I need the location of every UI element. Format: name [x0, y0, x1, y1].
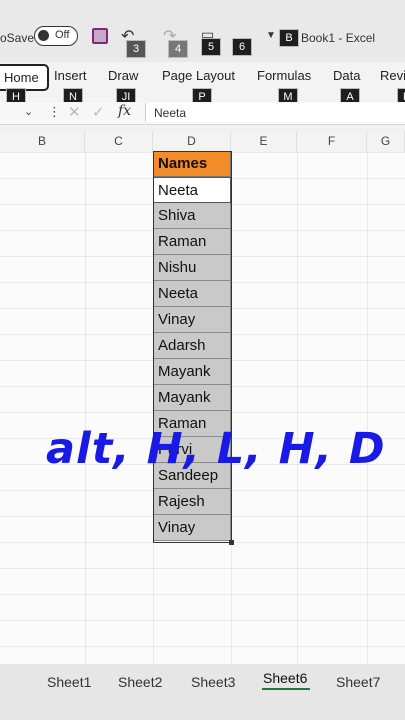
name-cell[interactable]: Neeta	[153, 281, 231, 307]
tab-home[interactable]: Home	[0, 64, 49, 91]
names-header-cell[interactable]: Names	[153, 151, 231, 177]
customize-qat-keytip: B	[279, 29, 299, 47]
redo-keytip: 4	[168, 40, 188, 58]
customize-qat-icon[interactable]: ▼	[266, 30, 276, 41]
title-bar: oSave Off ↶ 3 ↷ 4 ▭ 5 6 ▼ B Book1 - Exce…	[0, 0, 405, 62]
name-cell[interactable]: Mayank	[153, 359, 231, 385]
column-header-g[interactable]: G	[367, 131, 405, 152]
cancel-icon[interactable]: ✕	[68, 103, 81, 121]
insert-function-icon[interactable]: fx	[118, 103, 131, 119]
name-cell[interactable]: Vinay	[153, 307, 231, 333]
tab-draw[interactable]: Draw	[108, 68, 138, 83]
column-headers: B C D E F G	[0, 131, 405, 153]
toggle-state-text: Off	[55, 29, 70, 41]
column-header-d[interactable]: D	[153, 131, 231, 152]
sheet-tab-3[interactable]: Sheet3	[191, 674, 235, 690]
sheet-tab-1[interactable]: Sheet1	[47, 674, 91, 690]
name-cell[interactable]: Nishu	[153, 255, 231, 281]
shortcut-overlay-text: alt, H, L, H, D	[46, 424, 386, 474]
more-options-icon[interactable]: ⋮	[48, 104, 61, 120]
toggle-knob	[38, 30, 49, 41]
check-icon[interactable]: ✓	[92, 103, 105, 121]
name-cell[interactable]: Shiva	[153, 203, 231, 229]
sheet-tab-6-active[interactable]: Sheet6	[263, 670, 307, 686]
keytip-6: 6	[232, 38, 252, 56]
tab-page-layout[interactable]: Page Layout	[162, 68, 235, 83]
column-header-b[interactable]: B	[0, 131, 85, 152]
column-header-f[interactable]: F	[297, 131, 367, 152]
tab-insert[interactable]: Insert	[54, 68, 87, 83]
column-header-c[interactable]: C	[85, 131, 153, 152]
grid-line	[367, 152, 368, 664]
names-range: Names Neeta Shiva Raman Nishu Neeta Vina…	[153, 151, 231, 541]
fill-handle[interactable]	[229, 540, 234, 545]
name-cell[interactable]: Raman	[153, 229, 231, 255]
document-title: Book1 - Excel	[301, 31, 376, 45]
column-header-e[interactable]: E	[231, 131, 297, 152]
undo-keytip: 3	[126, 40, 146, 58]
save-icon[interactable]	[92, 28, 108, 44]
tab-data[interactable]: Data	[333, 68, 360, 83]
grid-line	[85, 152, 86, 664]
ribbon-tabs: Home Insert Draw Page Layout Formulas Da…	[0, 62, 405, 106]
keytip-5: 5	[201, 38, 221, 56]
chevron-down-icon[interactable]: ⌄	[24, 105, 33, 118]
sheet-tabs-bar: Sheet1 Sheet2 Sheet3 Sheet6 Sheet7	[0, 664, 405, 720]
autosave-toggle[interactable]: Off	[34, 26, 78, 46]
sheet-tab-2[interactable]: Sheet2	[118, 674, 162, 690]
grid-line	[231, 152, 232, 664]
formula-bar: ⌄ ⋮ ✕ ✓ fx	[0, 102, 405, 125]
grid-line	[297, 152, 298, 664]
sheet-tab-7[interactable]: Sheet7	[336, 674, 380, 690]
autosave-label: oSave	[0, 31, 35, 45]
name-cell[interactable]: Mayank	[153, 385, 231, 411]
tab-formulas[interactable]: Formulas	[257, 68, 311, 83]
active-sheet-underline	[262, 688, 310, 690]
name-cell[interactable]: Vinay	[153, 515, 231, 541]
formula-input[interactable]	[145, 103, 405, 122]
name-cell[interactable]: Rajesh	[153, 489, 231, 515]
tab-review[interactable]: Revi	[380, 68, 405, 83]
name-cell[interactable]: Adarsh	[153, 333, 231, 359]
active-cell[interactable]: Neeta	[153, 177, 231, 203]
